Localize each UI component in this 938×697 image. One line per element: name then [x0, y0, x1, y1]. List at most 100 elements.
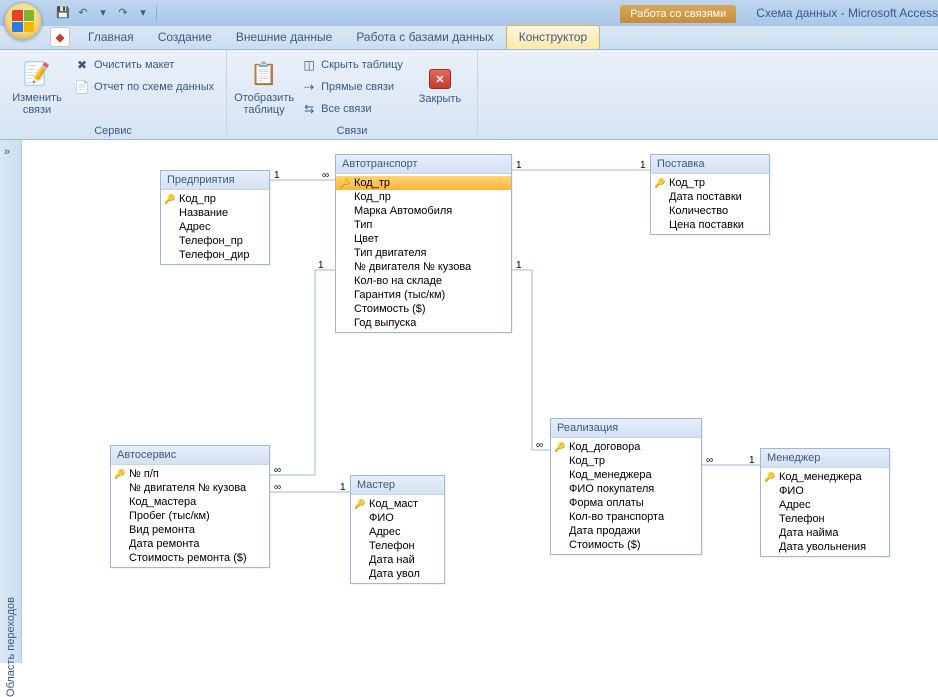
close-button[interactable]: ✕ Закрыть: [411, 54, 469, 120]
table-field[interactable]: ФИО покупателя: [551, 482, 701, 496]
table-field[interactable]: Кол-во на складе: [336, 274, 511, 288]
edit-relations-button[interactable]: 📝 Изменить связи: [8, 54, 66, 120]
table-body: Код_договораКод_трКод_менеджераФИО покуп…: [551, 438, 701, 554]
table-field[interactable]: Телефон_пр: [161, 234, 269, 248]
table-header[interactable]: Автосервис: [111, 446, 269, 465]
table-field[interactable]: № двигателя № кузова: [336, 260, 511, 274]
table-header[interactable]: Предприятия: [161, 171, 269, 190]
table-service[interactable]: Автосервис № п/п№ двигателя № кузоваКод_…: [110, 445, 270, 568]
table-field[interactable]: Название: [161, 206, 269, 220]
tab-design[interactable]: Конструктор: [506, 25, 600, 49]
table-master[interactable]: Мастер Код_мастФИОАдресТелефонДата найДа…: [350, 475, 445, 584]
table-field[interactable]: Код_пр: [336, 190, 511, 204]
table-field[interactable]: Год выпуска: [336, 316, 511, 330]
table-field[interactable]: Адрес: [761, 498, 889, 512]
navigation-pane-collapsed[interactable]: » Область переходов: [0, 140, 22, 663]
table-field[interactable]: Дата най: [351, 553, 444, 567]
undo-icon[interactable]: ↶: [76, 6, 90, 20]
table-header[interactable]: Менеджер: [761, 449, 889, 468]
addin-icon[interactable]: ◆: [50, 27, 70, 47]
show-table-button[interactable]: 📋 Отобразить таблицу: [235, 54, 293, 120]
table-field[interactable]: Цена поставки: [651, 218, 769, 232]
table-field[interactable]: № п/п: [111, 467, 269, 481]
expand-nav-icon[interactable]: »: [4, 146, 10, 158]
svg-text:1: 1: [340, 482, 346, 493]
table-manager[interactable]: Менеджер Код_менеджераФИОАдресТелефонДат…: [760, 448, 890, 557]
table-field[interactable]: Форма оплаты: [551, 496, 701, 510]
relationships-canvas[interactable]: 1 ∞ 1 1 1 ∞ 1 ∞ ∞ 1 ∞ 1: [22, 140, 938, 663]
table-body: Код_трКод_прМарка АвтомобиляТипЦветТип д…: [336, 174, 511, 332]
table-body: Код_менеджераФИОАдресТелефонДата наймаДа…: [761, 468, 889, 556]
table-field[interactable]: Гарантия (тыс/км): [336, 288, 511, 302]
office-button[interactable]: [4, 2, 42, 40]
close-label: Закрыть: [419, 93, 461, 105]
table-field[interactable]: Дата поставки: [651, 190, 769, 204]
undo-dropdown-icon[interactable]: ▾: [96, 6, 110, 20]
tab-external-data[interactable]: Внешние данные: [224, 26, 345, 49]
table-field[interactable]: Стоимость ($): [336, 302, 511, 316]
schema-report-button[interactable]: 📄 Отчет по схеме данных: [70, 76, 218, 98]
table-field[interactable]: Цвет: [336, 232, 511, 246]
table-field[interactable]: Код_маст: [351, 497, 444, 511]
table-field[interactable]: Дата ремонта: [111, 537, 269, 551]
table-field[interactable]: Телефон: [761, 512, 889, 526]
table-field[interactable]: Адрес: [351, 525, 444, 539]
table-field[interactable]: Дата увольнения: [761, 540, 889, 554]
clear-layout-icon: ✖: [74, 57, 90, 73]
qat-dropdown-icon[interactable]: ▾: [136, 6, 150, 20]
svg-text:1: 1: [516, 260, 522, 271]
table-field[interactable]: ФИО: [761, 484, 889, 498]
tab-home[interactable]: Главная: [76, 26, 146, 49]
table-field[interactable]: № двигателя № кузова: [111, 481, 269, 495]
table-field[interactable]: Вид ремонта: [111, 523, 269, 537]
svg-text:1: 1: [749, 455, 755, 466]
hide-table-button[interactable]: ◫ Скрыть таблицу: [297, 54, 407, 76]
table-field[interactable]: Пробег (тыс/км): [111, 509, 269, 523]
all-relations-label: Все связи: [321, 103, 371, 115]
table-field[interactable]: Дата найма: [761, 526, 889, 540]
quick-access-toolbar: 💾 ↶ ▾ ↷ ▾: [50, 0, 163, 26]
table-auto[interactable]: Автотранспорт Код_трКод_прМарка Автомоби…: [335, 154, 512, 333]
table-field[interactable]: ФИО: [351, 511, 444, 525]
table-field[interactable]: Код_тр: [651, 176, 769, 190]
table-field[interactable]: Адрес: [161, 220, 269, 234]
title-context: Работа со связями Схема данных - Microso…: [620, 0, 938, 26]
table-header[interactable]: Реализация: [551, 419, 701, 438]
table-field[interactable]: Код_договора: [551, 440, 701, 454]
tab-create[interactable]: Создание: [146, 26, 224, 49]
close-icon: ✕: [429, 69, 451, 89]
hide-table-label: Скрыть таблицу: [321, 59, 403, 71]
table-field[interactable]: Кол-во транспорта: [551, 510, 701, 524]
table-delivery[interactable]: Поставка Код_трДата поставкиКоличествоЦе…: [650, 154, 770, 235]
table-field[interactable]: Дата увол: [351, 567, 444, 581]
table-field[interactable]: Код_мастера: [111, 495, 269, 509]
all-relations-button[interactable]: ⇆ Все связи: [297, 98, 407, 120]
table-field[interactable]: Код_менеджера: [761, 470, 889, 484]
table-field[interactable]: Количество: [651, 204, 769, 218]
table-field[interactable]: Марка Автомобиля: [336, 204, 511, 218]
tab-database-tools[interactable]: Работа с базами данных: [344, 26, 505, 49]
table-header[interactable]: Автотранспорт: [336, 155, 511, 174]
ribbon-group-relations: 📋 Отобразить таблицу ◫ Скрыть таблицу ⇢ …: [227, 50, 478, 139]
table-field[interactable]: Код_пр: [161, 192, 269, 206]
save-icon[interactable]: 💾: [56, 6, 70, 20]
table-field[interactable]: Тип: [336, 218, 511, 232]
table-header[interactable]: Мастер: [351, 476, 444, 495]
table-field[interactable]: Код_тр: [551, 454, 701, 468]
table-field[interactable]: Телефон: [351, 539, 444, 553]
table-field[interactable]: Код_менеджера: [551, 468, 701, 482]
table-field[interactable]: Телефон_дир: [161, 248, 269, 262]
clear-layout-button[interactable]: ✖ Очистить макет: [70, 54, 218, 76]
table-field[interactable]: Код_тр: [336, 176, 511, 190]
table-header[interactable]: Поставка: [651, 155, 769, 174]
ribbon-group-service-label: Сервис: [8, 123, 218, 137]
table-field[interactable]: Стоимость ($): [551, 538, 701, 552]
table-sale[interactable]: Реализация Код_договораКод_трКод_менедже…: [550, 418, 702, 555]
table-field[interactable]: Дата продажи: [551, 524, 701, 538]
direct-relations-button[interactable]: ⇢ Прямые связи: [297, 76, 407, 98]
redo-icon[interactable]: ↷: [116, 6, 130, 20]
table-field[interactable]: Тип двигателя: [336, 246, 511, 260]
table-field[interactable]: Стоимость ремонта ($): [111, 551, 269, 565]
ribbon-group-relations-label: Связи: [235, 123, 469, 137]
table-enterprise[interactable]: Предприятия Код_прНазваниеАдресТелефон_п…: [160, 170, 270, 265]
